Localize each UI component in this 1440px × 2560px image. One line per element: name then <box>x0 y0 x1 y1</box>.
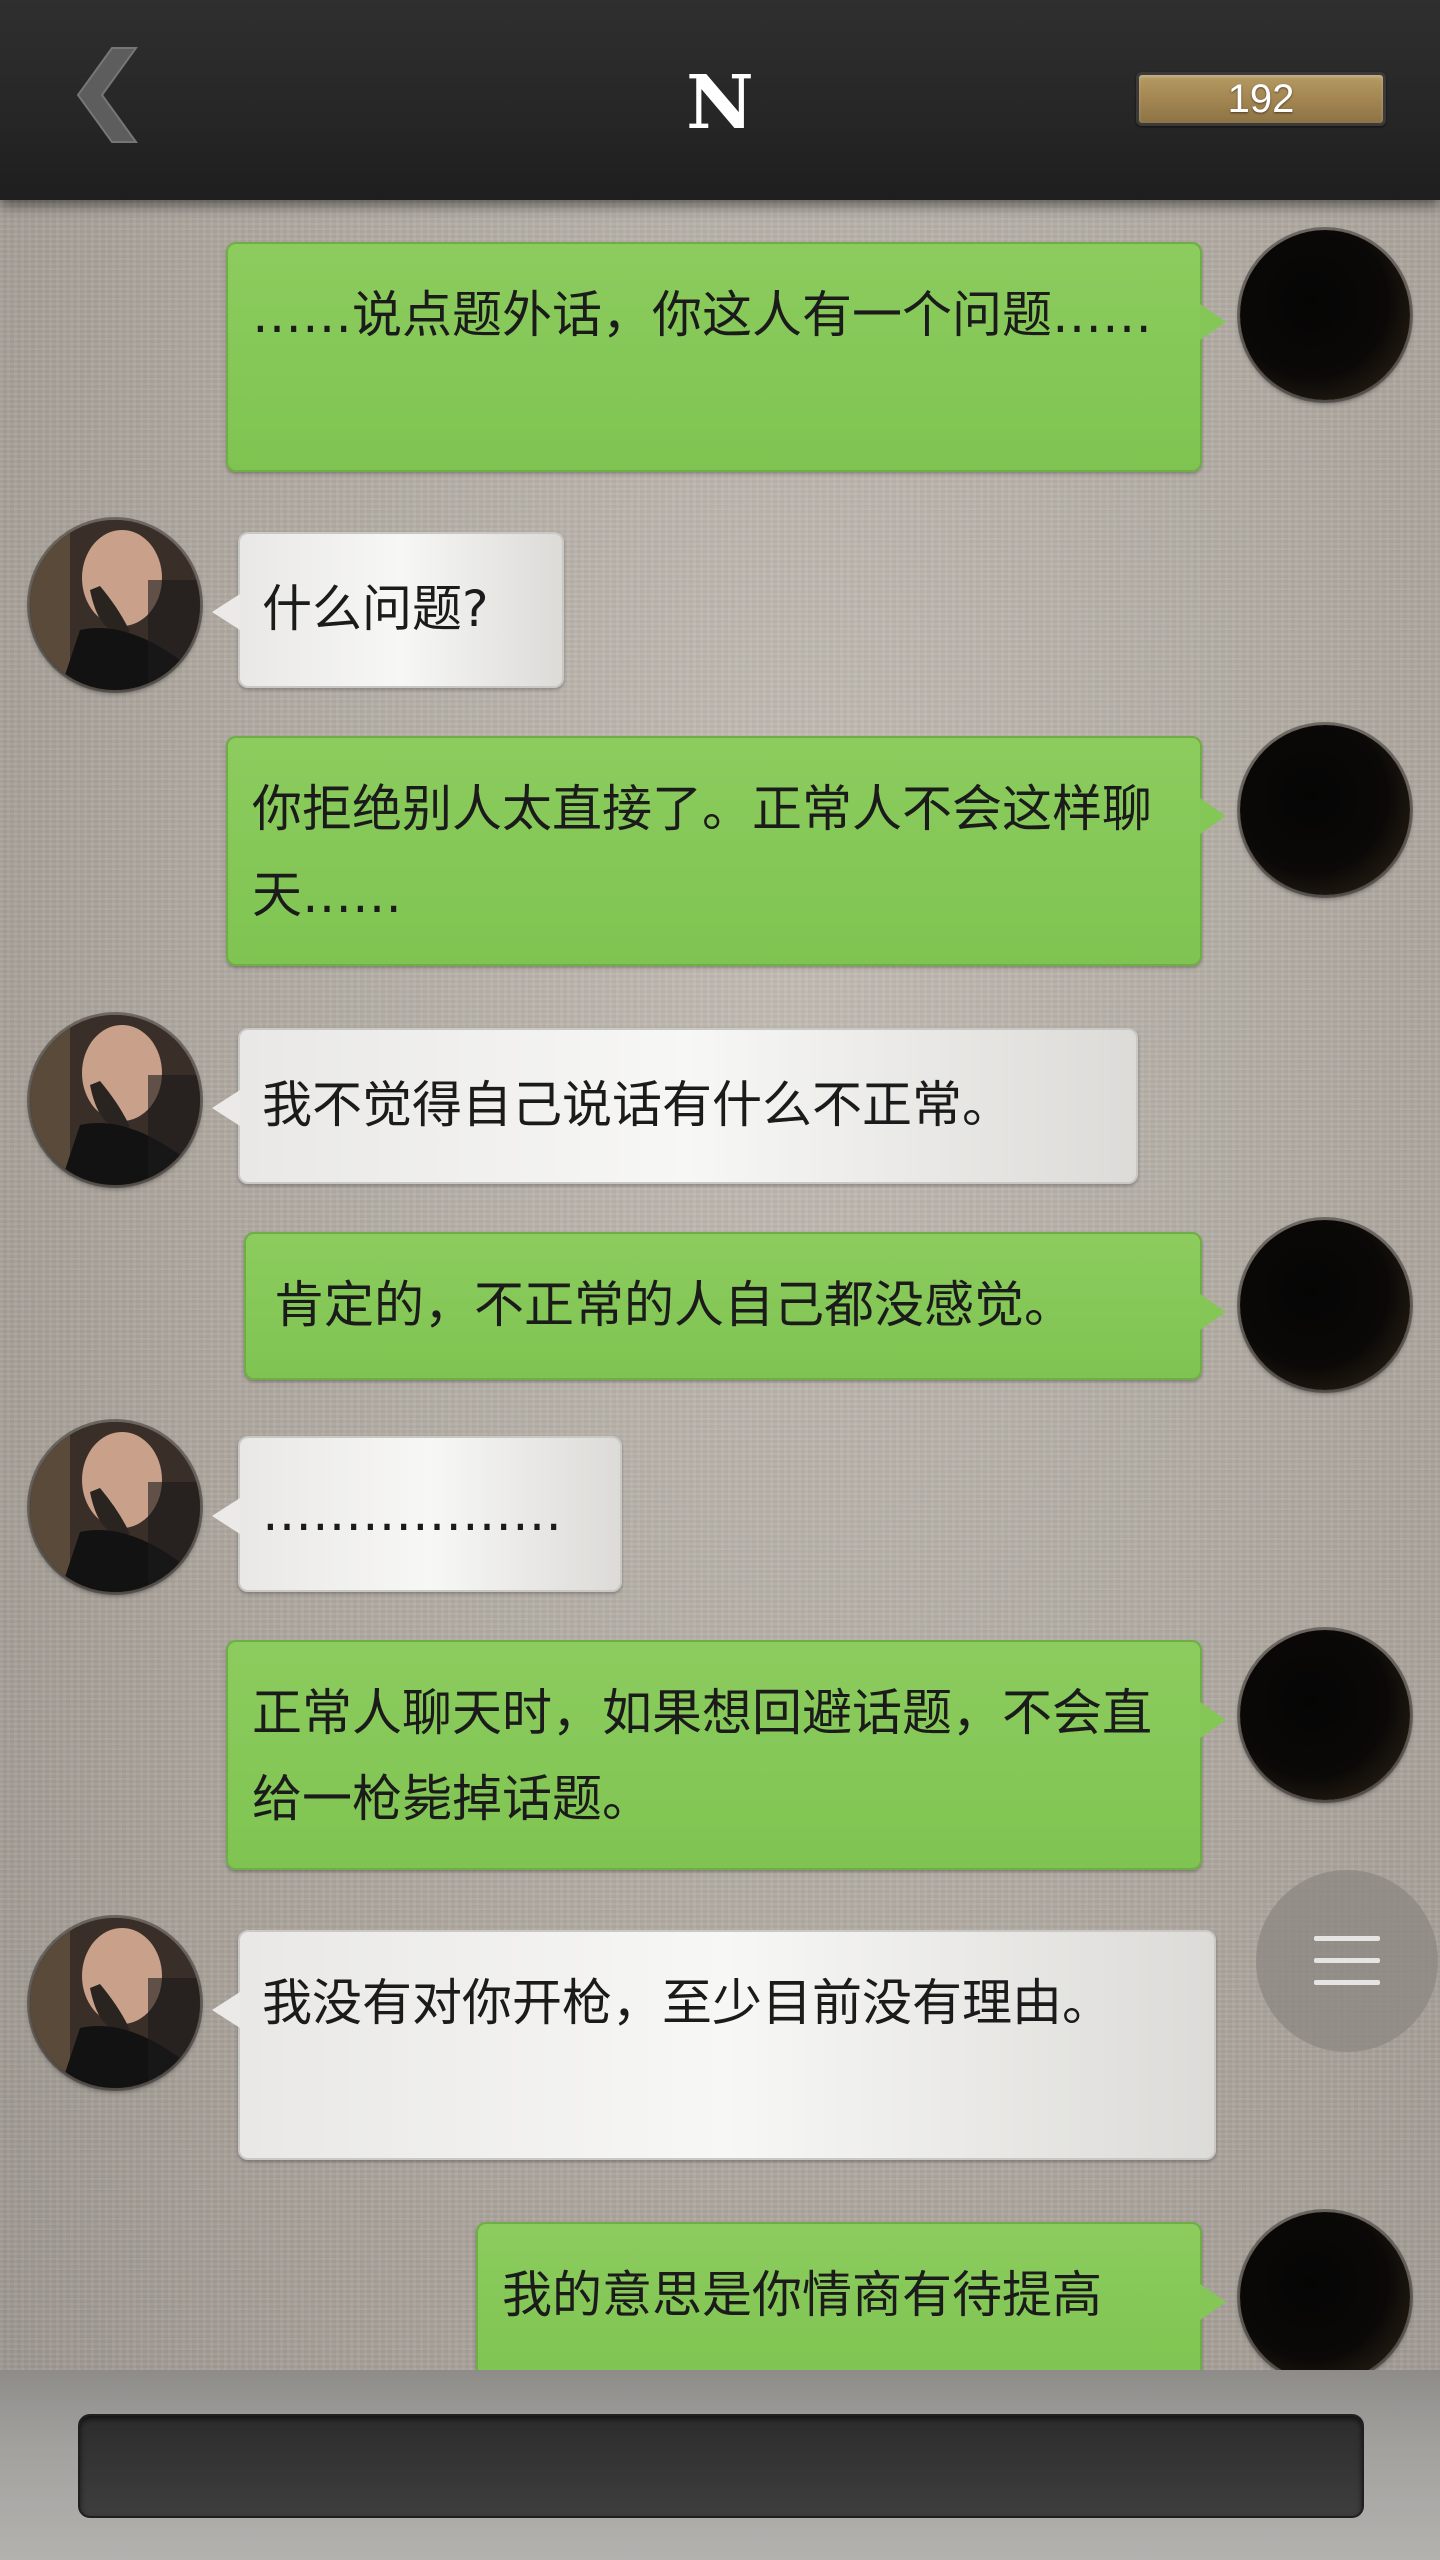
message-text: 肯定的，不正常的人自己都没感觉。 <box>274 1276 1074 1334</box>
menu-button[interactable] <box>1256 1870 1438 2052</box>
self-avatar[interactable] <box>1240 725 1410 895</box>
self-avatar[interactable] <box>1240 1630 1410 1800</box>
self-avatar[interactable] <box>1240 1220 1410 1390</box>
contact-avatar[interactable] <box>30 1015 200 1185</box>
message-bubble-incoming[interactable]: 什么问题? <box>212 532 564 688</box>
message-bubble-incoming[interactable]: 我不觉得自己说话有什么不正常。 <box>212 1028 1138 1184</box>
self-avatar[interactable] <box>1240 230 1410 400</box>
contact-avatar[interactable] <box>30 520 200 690</box>
chat-area[interactable]: ……说点题外话，你这人有一个问题…… 什么问题? 你拒绝别人太直接了。正常人不会… <box>0 200 1440 2370</box>
message-bubble-incoming[interactable]: 我没有对你开枪，至少目前没有理由。 <box>212 1930 1216 2160</box>
bottom-input-bar <box>0 2370 1440 2560</box>
message-input[interactable] <box>78 2414 1364 2518</box>
message-text: 你拒绝别人太直接了。正常人不会这样聊天…… <box>252 780 1152 924</box>
message-bubble-outgoing[interactable]: 正常人聊天时，如果想回避话题，不会直给一枪毙掉话题。 <box>226 1640 1226 1870</box>
message-text: 什么问题? <box>262 580 489 638</box>
message-bubble-outgoing[interactable]: ……说点题外话，你这人有一个问题…… <box>226 242 1226 472</box>
contact-avatar[interactable] <box>30 1918 200 2088</box>
message-bubble-outgoing[interactable]: 你拒绝别人太直接了。正常人不会这样聊天…… <box>226 736 1226 966</box>
message-text: 正常人聊天时，如果想回避话题，不会直给一枪毙掉话题。 <box>252 1684 1152 1828</box>
message-bubble-incoming[interactable]: ……………… <box>212 1436 622 1592</box>
message-text: 我没有对你开枪，至少目前没有理由。 <box>262 1974 1112 2032</box>
message-bubble-outgoing[interactable]: 肯定的，不正常的人自己都没感觉。 <box>244 1232 1226 1380</box>
message-text: ……说点题外话，你这人有一个问题…… <box>252 286 1152 344</box>
self-avatar[interactable] <box>1240 2212 1410 2370</box>
message-text: 我的意思是你情商有待提高 <box>502 2266 1102 2324</box>
message-text: ……………… <box>262 1484 562 1542</box>
message-bubble-outgoing[interactable]: 我的意思是你情商有待提高 <box>476 2222 1226 2370</box>
message-text: 我不觉得自己说话有什么不正常。 <box>262 1076 1012 1134</box>
counter-badge: 192 <box>1136 72 1386 126</box>
contact-avatar[interactable] <box>30 1422 200 1592</box>
menu-icon <box>1314 1936 1380 1985</box>
top-bar: N 192 <box>0 0 1440 200</box>
